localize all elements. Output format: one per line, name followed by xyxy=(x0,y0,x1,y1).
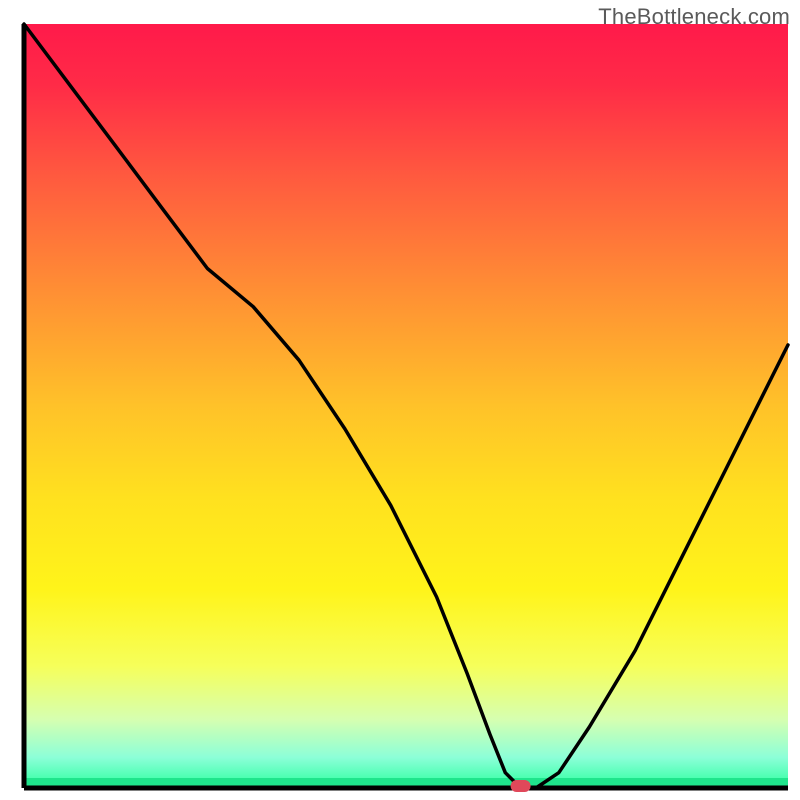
watermark-text: TheBottleneck.com xyxy=(598,4,790,30)
plot-area xyxy=(24,24,788,792)
bottleneck-chart: TheBottleneck.com xyxy=(0,0,800,800)
gradient-background xyxy=(24,24,788,788)
optimal-marker xyxy=(511,780,531,792)
chart-svg xyxy=(0,0,800,800)
